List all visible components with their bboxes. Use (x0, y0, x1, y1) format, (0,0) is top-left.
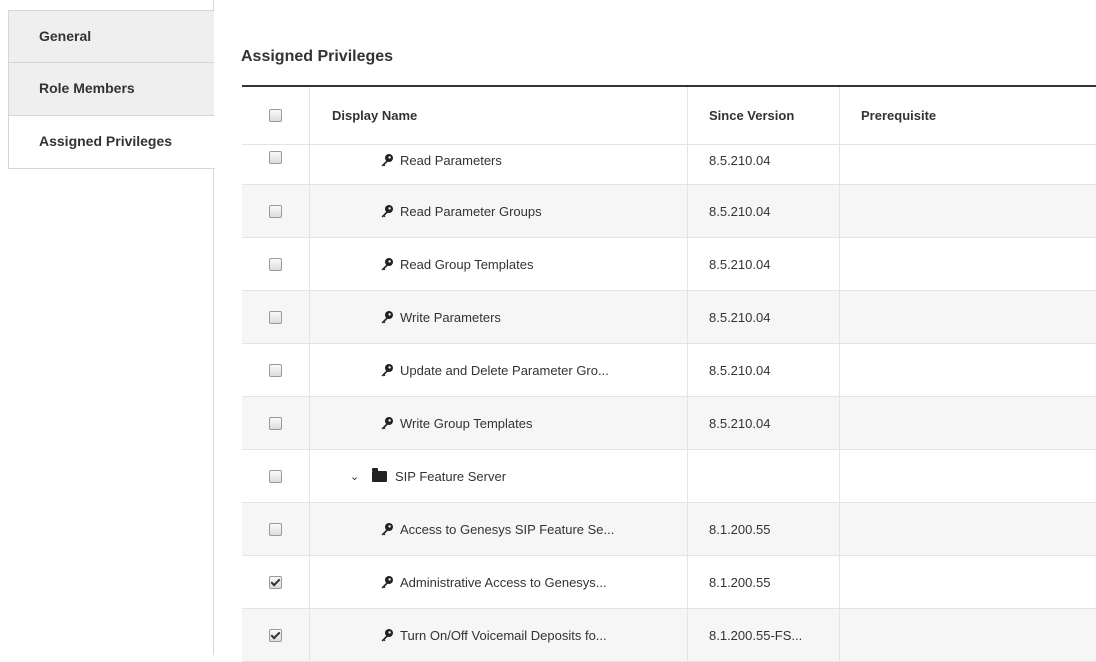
key-icon (380, 416, 394, 430)
since-version (688, 450, 840, 502)
key-icon (380, 363, 394, 377)
since-version: 8.1.200.55-FS... (688, 609, 840, 661)
privilege-name: Read Group Templates (400, 256, 534, 272)
prerequisite (840, 609, 1096, 661)
column-header-prerequisite[interactable]: Prerequisite (840, 87, 1096, 144)
table-row[interactable]: Write Parameters 8.5.210.04 (242, 291, 1096, 344)
table-row[interactable]: Administrative Access to Genesys... 8.1.2… (242, 556, 1096, 609)
prerequisite (840, 185, 1096, 237)
privilege-name: Write Group Templates (400, 415, 533, 431)
privilege-name: Administrative Access to Genesys... (400, 574, 607, 590)
since-version: 8.5.210.04 (688, 291, 840, 343)
key-icon (380, 310, 394, 324)
row-checkbox[interactable] (269, 628, 282, 642)
group-row[interactable]: ⌄ SIP Feature Server (242, 450, 1096, 503)
sidebar: General Role Members Assigned Privileges (0, 0, 215, 655)
row-checkbox[interactable] (269, 310, 282, 324)
privilege-name: Read Parameters (400, 153, 502, 168)
since-version: 8.5.210.04 (688, 185, 840, 237)
privilege-name: Update and Delete Parameter Gro... (400, 362, 609, 378)
privileges-table: Display Name Since Version Prerequisite … (242, 85, 1096, 662)
key-icon (380, 257, 394, 271)
since-version: 8.1.200.55 (688, 556, 840, 608)
group-name: SIP Feature Server (395, 468, 507, 484)
table-header: Display Name Since Version Prerequisite (242, 87, 1096, 145)
tab-assigned-privileges[interactable]: Assigned Privileges (8, 116, 215, 169)
privilege-name: Turn On/Off Voicemail Deposits fo... (400, 627, 607, 643)
column-header-display-name[interactable]: Display Name (310, 87, 688, 144)
row-checkbox[interactable] (269, 363, 282, 377)
key-icon (380, 628, 394, 642)
folder-icon (372, 467, 387, 482)
row-checkbox[interactable] (269, 469, 282, 483)
privilege-name: Access to Genesys SIP Feature Se... (400, 521, 615, 537)
since-version: 8.5.210.04 (688, 145, 840, 184)
prerequisite (840, 238, 1096, 290)
key-icon (380, 153, 394, 167)
prerequisite (840, 450, 1096, 502)
prerequisite (840, 556, 1096, 608)
prerequisite (840, 397, 1096, 449)
table-row[interactable]: Update and Delete Parameter Gro... 8.5.21… (242, 344, 1096, 397)
since-version: 8.5.210.04 (688, 238, 840, 290)
table-row[interactable]: Read Parameters 8.5.210.04 (242, 145, 1096, 185)
row-checkbox[interactable] (269, 522, 282, 536)
row-checkbox[interactable] (269, 151, 282, 164)
tab-general[interactable]: General (8, 10, 214, 63)
row-checkbox[interactable] (269, 257, 282, 271)
key-icon (380, 204, 394, 218)
table-row[interactable]: Write Group Templates 8.5.210.04 (242, 397, 1096, 450)
main-panel: Assigned Privileges Display Name Since V… (215, 0, 1096, 662)
prerequisite (840, 503, 1096, 555)
section-title: Assigned Privileges (241, 48, 394, 65)
row-checkbox[interactable] (269, 204, 282, 218)
chevron-down-icon[interactable]: ⌄ (350, 470, 362, 483)
select-all-checkbox[interactable] (269, 109, 282, 122)
since-version: 8.1.200.55 (688, 503, 840, 555)
table-row[interactable]: Access to Genesys SIP Feature Se... 8.1.2… (242, 503, 1096, 556)
table-row[interactable]: Turn On/Off Voicemail Deposits fo... 8.1.… (242, 609, 1096, 662)
prerequisite (840, 344, 1096, 396)
row-checkbox[interactable] (269, 575, 282, 589)
key-icon (380, 522, 394, 536)
tab-role-members[interactable]: Role Members (8, 63, 214, 116)
prerequisite (840, 291, 1096, 343)
since-version: 8.5.210.04 (688, 397, 840, 449)
privilege-name: Write Parameters (400, 309, 501, 325)
table-row[interactable]: Read Parameter Groups 8.5.210.04 (242, 185, 1096, 238)
row-checkbox[interactable] (269, 416, 282, 430)
privilege-name: Read Parameter Groups (400, 203, 542, 219)
table-row[interactable]: Read Group Templates 8.5.210.04 (242, 238, 1096, 291)
since-version: 8.5.210.04 (688, 344, 840, 396)
prerequisite (840, 145, 1096, 184)
column-header-since-version[interactable]: Since Version (688, 87, 840, 144)
key-icon (380, 575, 394, 589)
